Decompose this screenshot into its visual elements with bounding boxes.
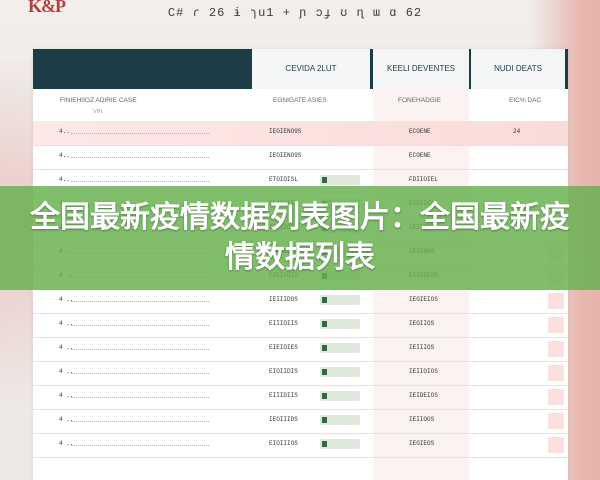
row-deaths-shade <box>548 413 564 429</box>
subheader-col1-caption: VIN <box>93 109 103 115</box>
row-status-chip <box>320 343 360 353</box>
row-value: IEOIEOS <box>409 440 435 447</box>
table-row: 4 .. EIEIOIES IEIIIOS <box>33 337 568 362</box>
row-value: IEIIOOS <box>409 416 435 423</box>
status-mark-icon <box>322 177 327 183</box>
row-value: FDIIOIEL <box>409 176 438 183</box>
status-mark-icon <box>322 321 327 327</box>
row-leader-dots <box>71 349 209 350</box>
row-value: IEOIIOS <box>409 320 435 327</box>
subheader-col4: EIC% DAC <box>509 97 542 104</box>
row-leader-dots <box>71 325 209 326</box>
row-number: 4.. <box>59 152 70 159</box>
logo: K&P <box>28 0 66 16</box>
table-row: 4.. IEOIENO9S ECOENE <box>33 145 568 170</box>
table-header: CEVIDA 2LUT KEELI DEVENTES NUDI DEATS <box>33 49 568 89</box>
header-cell-cases: CEVIDA 2LUT <box>252 49 370 89</box>
row-leader-dots <box>71 397 209 398</box>
subheader-col3: FONEHADGIE <box>398 97 441 104</box>
row-value: IEIDEIOS <box>409 392 438 399</box>
row-leader-dots <box>71 181 209 182</box>
row-value: ECOENE <box>409 128 431 135</box>
row-name: IEOIIIDS <box>269 416 298 423</box>
row-deaths: 24 <box>513 128 521 135</box>
status-mark-icon <box>322 393 327 399</box>
status-mark-icon <box>322 369 327 375</box>
row-deaths-shade <box>548 317 564 333</box>
row-number: 4.. <box>59 128 70 135</box>
row-deaths-shade <box>548 389 564 405</box>
table-row: 4 .. EIIIOIIS IEOIIOS <box>33 313 568 338</box>
row-value: IEIIIOS <box>409 344 435 351</box>
row-name: IEOIENO9S <box>269 128 302 135</box>
row-leader-dots <box>71 157 209 158</box>
table-row: 4.. IEOIENO9S ECOENE 24 <box>33 121 568 146</box>
subheader-col2: EGNIGATE ASIES <box>273 97 327 104</box>
title-banner: 全国最新疫情数据列表图片：全国最新疫情数据列表 <box>0 186 600 290</box>
row-leader-dots <box>71 373 209 374</box>
row-name: EIIIOIIS <box>269 320 298 327</box>
status-mark-icon <box>322 345 327 351</box>
row-value: IEOIEIOS <box>409 296 438 303</box>
table-row: 4 .. EIOIIIOS IEOIEOS <box>33 433 568 458</box>
row-status-chip <box>320 439 360 449</box>
header-cell-deaths: NUDI DEATS <box>471 49 565 89</box>
row-value: ECOENE <box>409 152 431 159</box>
row-name: EIOIIIOS <box>269 440 298 447</box>
row-leader-dots <box>71 301 209 302</box>
row-name: ETOIOISL <box>269 176 298 183</box>
subheader-col1: FINIEHIIOZ ADIRIE CASE <box>60 97 137 104</box>
row-status-chip <box>320 367 360 377</box>
row-status-chip <box>320 175 360 185</box>
status-mark-icon <box>322 417 327 423</box>
row-leader-dots <box>71 445 209 446</box>
table-row: 4 .. EIOIIDIS IEIIOIOS <box>33 361 568 386</box>
row-leader-dots <box>71 133 209 134</box>
row-deaths-shade <box>548 365 564 381</box>
row-deaths-shade <box>548 437 564 453</box>
row-status-chip <box>320 295 360 305</box>
row-name: EIEIOIES <box>269 344 298 351</box>
table-row: 4 .. EIIIDIIS IEIDEIOS <box>33 385 568 410</box>
row-status-chip <box>320 415 360 425</box>
row-name: EIIIDIIS <box>269 392 298 399</box>
table-row: 4 .. IEOIIIDS IEIIOOS <box>33 409 568 434</box>
row-status-chip <box>320 391 360 401</box>
row-leader-dots <box>71 421 209 422</box>
row-name: IEIIIDOS <box>269 296 298 303</box>
row-name: EIOIIDIS <box>269 368 298 375</box>
table-subheader: FINIEHIIOZ ADIRIE CASE VIN EGNIGATE ASIE… <box>33 89 568 121</box>
status-mark-icon <box>322 441 327 447</box>
row-value: IEIIOIOS <box>409 368 438 375</box>
row-name: IEOIENO9S <box>269 152 302 159</box>
document-subtitle: C# ɾ 26 ɨ ɿu1 + ɲ ɔɟ ʊ ɳ ɯ ɑ 62 <box>167 6 423 20</box>
row-deaths-shade <box>548 293 564 309</box>
row-deaths-shade <box>548 341 564 357</box>
table-row: 4 .. IEIIIDOS IEOIEIOS <box>33 289 568 314</box>
row-number: 4.. <box>59 176 70 183</box>
status-mark-icon <box>322 297 327 303</box>
header-cell-deventes: KEELI DEVENTES <box>373 49 469 89</box>
row-status-chip <box>320 319 360 329</box>
banner-title: 全国最新疫情数据列表图片：全国最新疫情数据列表 <box>30 200 570 275</box>
